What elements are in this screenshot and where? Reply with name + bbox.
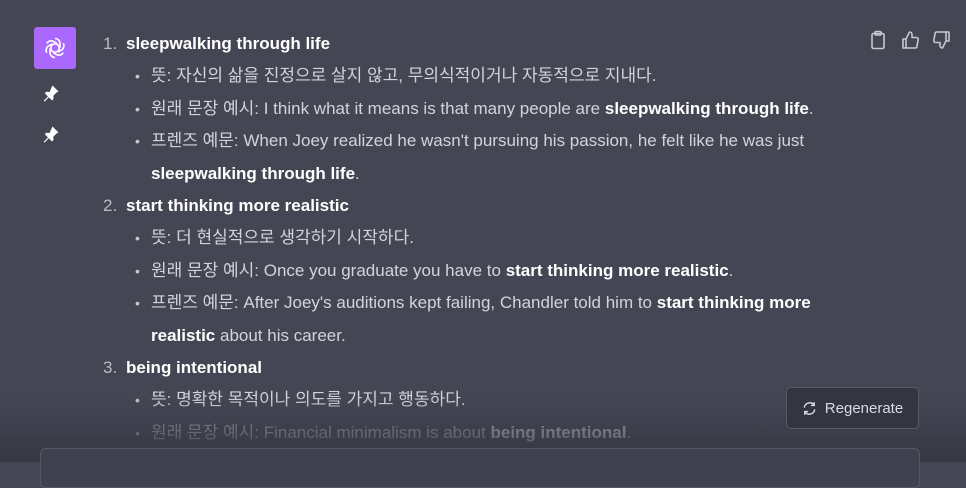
- friends-example-end: about his career.: [215, 325, 346, 345]
- original-example-end: .: [808, 98, 814, 118]
- friends-example-phrase: sleepwalking through life: [151, 163, 356, 183]
- original-example-end: .: [626, 422, 632, 442]
- thumbs-down-button[interactable]: [932, 30, 952, 50]
- thumbs-down-icon: [933, 31, 950, 49]
- friends-example-text: 프렌즈 예문: When Joey realized he wasn't pur…: [151, 131, 805, 150]
- message-actions: [868, 30, 952, 50]
- thumbs-up-icon: [902, 31, 919, 49]
- list-item: 1. sleepwalking through life 뜻: 자신의 삶을 진…: [103, 28, 863, 190]
- item-bullets: 뜻: 더 현실적으로 생각하기 시작하다. 원래 문장 예시: Once you…: [103, 222, 863, 352]
- item-term: being intentional: [126, 358, 262, 377]
- pin-button-1[interactable]: [41, 83, 61, 103]
- list-item: 3. being intentional 뜻: 명확한 목적이나 의도를 가지고…: [103, 352, 863, 449]
- assistant-avatar: [34, 27, 76, 69]
- pin-button-2[interactable]: [41, 124, 61, 144]
- clipboard-icon: [871, 30, 885, 50]
- friends-example-end: .: [355, 163, 360, 183]
- item-bullets: 뜻: 명확한 목적이나 의도를 가지고 행동하다. 원래 문장 예시: Fina…: [103, 384, 863, 449]
- item-heading: 1. sleepwalking through life: [103, 28, 863, 60]
- original-example-text: 원래 문장 예시: Once you graduate you have to: [151, 260, 506, 280]
- original-example-phrase: start thinking more realistic: [505, 260, 729, 280]
- friends-example-text: 프렌즈 예문: After Joey's auditions kept fail…: [151, 293, 657, 312]
- original-example-text: 원래 문장 예시: Financial minimalism is about: [151, 422, 491, 442]
- original-example-bullet: 원래 문장 예시: Financial minimalism is about …: [103, 417, 863, 450]
- meaning-bullet: 뜻: 더 현실적으로 생각하기 시작하다.: [103, 222, 863, 255]
- item-term: start thinking more realistic: [126, 196, 349, 215]
- thumbs-up-button[interactable]: [900, 30, 920, 50]
- list-item: 2. start thinking more realistic 뜻: 더 현실…: [103, 190, 863, 352]
- pin-icon: [43, 85, 59, 102]
- original-example-phrase: sleepwalking through life: [604, 98, 809, 118]
- refresh-icon: [803, 401, 816, 415]
- original-example-bullet: 원래 문장 예시: Once you graduate you have to …: [103, 255, 863, 288]
- assistant-message: 1. sleepwalking through life 뜻: 자신의 삶을 진…: [103, 28, 863, 449]
- friends-example-bullet: 프렌즈 예문: After Joey's auditions kept fail…: [103, 287, 863, 352]
- item-term: sleepwalking through life: [126, 34, 331, 53]
- item-heading: 2. start thinking more realistic: [103, 190, 863, 222]
- regenerate-button[interactable]: Regenerate: [786, 387, 919, 429]
- item-heading: 3. being intentional: [103, 352, 863, 384]
- message-input[interactable]: [40, 448, 920, 488]
- item-number: 3.: [103, 358, 118, 377]
- original-example-bullet: 원래 문장 예시: I think what it means is that …: [103, 93, 863, 126]
- item-number: 2.: [103, 196, 118, 215]
- original-example-phrase: being intentional: [490, 422, 627, 442]
- meaning-bullet: 뜻: 명확한 목적이나 의도를 가지고 행동하다.: [103, 384, 863, 417]
- copy-button[interactable]: [868, 30, 888, 50]
- meaning-bullet: 뜻: 자신의 삶을 진정으로 살지 않고, 무의식적이거나 자동적으로 지내다.: [103, 60, 863, 93]
- item-number: 1.: [103, 34, 118, 53]
- original-example-text: 원래 문장 예시: I think what it means is that …: [151, 98, 605, 118]
- regenerate-label: Regenerate: [824, 399, 904, 417]
- friends-example-bullet: 프렌즈 예문: When Joey realized he wasn't pur…: [103, 125, 863, 190]
- pin-icon: [43, 126, 59, 143]
- openai-logo-icon: [45, 37, 65, 59]
- original-example-end: .: [728, 260, 734, 280]
- item-bullets: 뜻: 자신의 삶을 진정으로 살지 않고, 무의식적이거나 자동적으로 지내다.…: [103, 60, 863, 190]
